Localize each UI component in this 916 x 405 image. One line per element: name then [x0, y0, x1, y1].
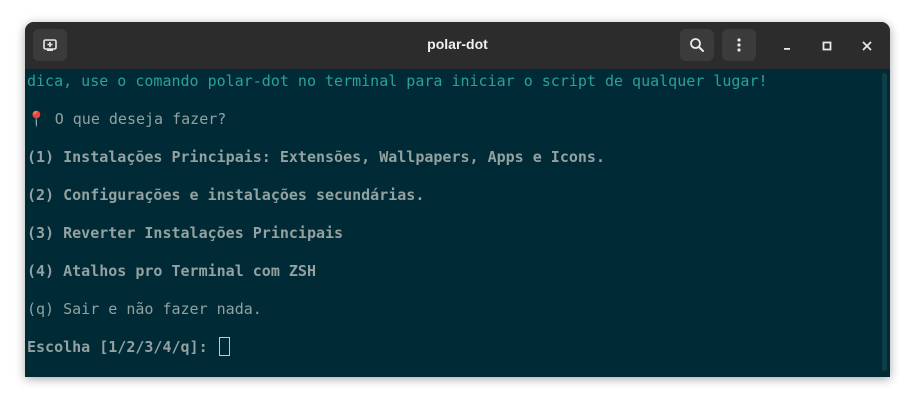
maximize-button[interactable]	[815, 34, 839, 58]
prompt-line[interactable]: Escolha [1/2/3/4/q]:	[27, 337, 230, 357]
window-title: polar-dot	[427, 36, 488, 52]
prompt-text: Escolha [1/2/3/4/q]:	[27, 338, 217, 356]
option-4: (4) Atalhos pro Terminal com ZSH	[27, 262, 316, 280]
minimize-icon	[784, 48, 790, 50]
terminal-output[interactable]: dica, use o comando polar-dot no termina…	[25, 69, 890, 377]
close-icon	[862, 41, 872, 51]
pushpin-icon: 📍	[27, 110, 46, 128]
kebab-menu-icon	[737, 38, 741, 52]
terminal-window: polar-dot dica, use o comando polar-dot …	[25, 22, 890, 377]
search-button[interactable]	[680, 29, 714, 61]
close-button[interactable]	[855, 34, 879, 58]
option-1: (1) Instalações Principais: Extensões, W…	[27, 148, 605, 166]
option-quit: (q) Sair e não fazer nada.	[27, 300, 262, 318]
menu-button[interactable]	[722, 29, 756, 61]
tip-line: dica, use o comando polar-dot no termina…	[27, 72, 768, 90]
scrollbar[interactable]	[882, 73, 887, 371]
new-tab-icon	[43, 39, 57, 51]
minimize-button[interactable]	[775, 34, 799, 58]
option-2: (2) Configurações e instalações secundár…	[27, 186, 425, 204]
new-tab-button[interactable]	[33, 29, 67, 61]
option-3: (3) Reverter Instalações Principais	[27, 224, 344, 242]
title-bar[interactable]: polar-dot	[25, 22, 890, 70]
maximize-icon	[822, 41, 832, 51]
text-cursor	[218, 337, 230, 356]
question-line: 📍 O que deseja fazer?	[27, 109, 226, 129]
question-text: O que deseja fazer?	[45, 110, 227, 128]
search-icon	[690, 38, 704, 52]
